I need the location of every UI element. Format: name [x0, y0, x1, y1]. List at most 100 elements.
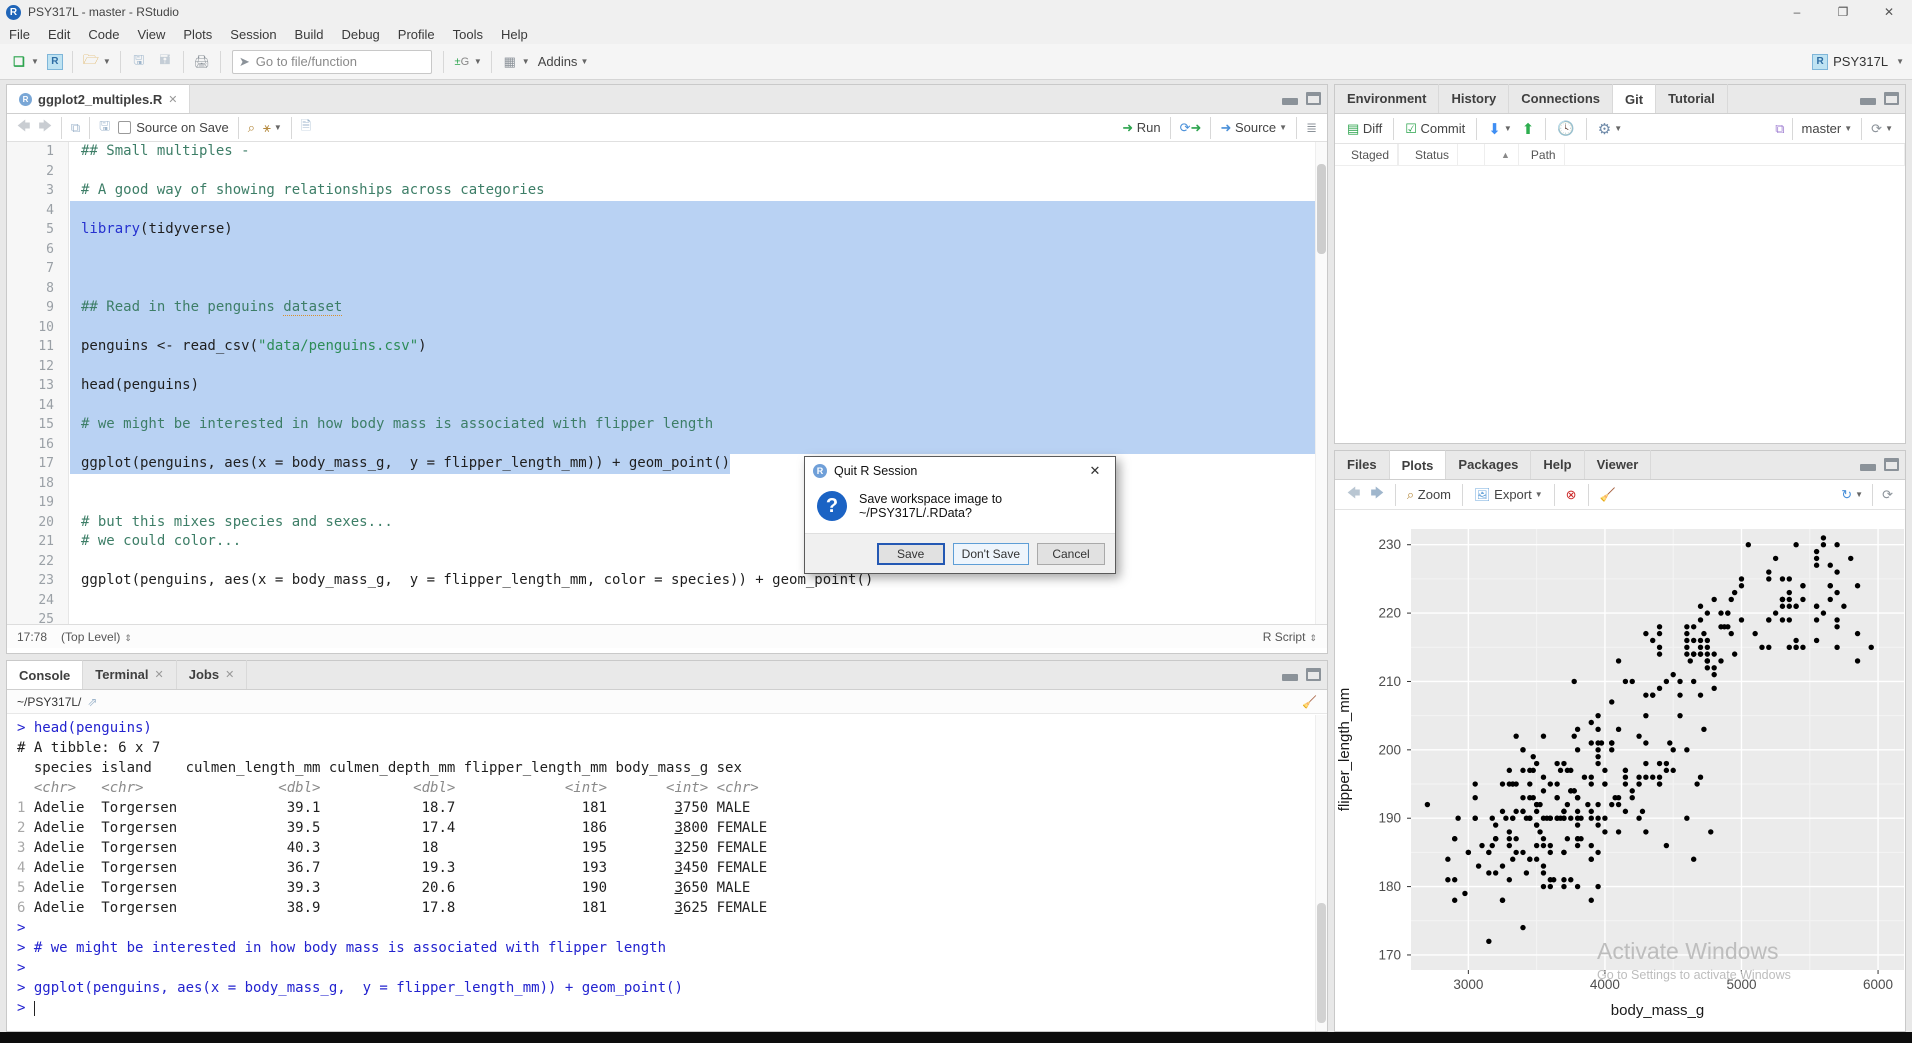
scrollbar-thumb[interactable] — [1317, 903, 1326, 1023]
console-output[interactable]: > head(penguins)# A tibble: 6 x 7 specie… — [7, 714, 1327, 1018]
tab-tutorial[interactable]: Tutorial — [1656, 84, 1728, 113]
code-line-10[interactable]: 10 — [7, 318, 1327, 338]
menu-view[interactable]: View — [128, 25, 174, 44]
workspace-panes-button[interactable]: ▦▼ — [497, 49, 534, 75]
minimize-pane-icon[interactable] — [1282, 674, 1298, 681]
code-line-24[interactable]: 24 — [7, 591, 1327, 611]
window-maximize-button[interactable]: ❐ — [1820, 0, 1866, 24]
close-icon[interactable]: ✕ — [225, 668, 234, 681]
document-outline-button[interactable]: ≣ — [1302, 115, 1321, 141]
menu-edit[interactable]: Edit — [39, 25, 79, 44]
menu-debug[interactable]: Debug — [332, 25, 388, 44]
console-scrollbar[interactable] — [1315, 715, 1327, 1031]
minimize-pane-icon[interactable] — [1860, 464, 1876, 471]
menu-build[interactable]: Build — [286, 25, 333, 44]
tab-environment[interactable]: Environment — [1335, 84, 1439, 113]
clear-console-icon[interactable]: 🧹 — [1302, 695, 1317, 709]
commit-button[interactable]: ☑ Commit — [1401, 116, 1469, 142]
save-button[interactable]: 🖫 — [126, 49, 152, 75]
code-line-18[interactable]: 18 — [7, 474, 1327, 494]
code-editor[interactable]: 1## Small multiples -23# A good way of s… — [7, 142, 1327, 624]
code-line-16[interactable]: 16 — [7, 435, 1327, 455]
code-line-1[interactable]: 1## Small multiples - — [7, 142, 1327, 162]
tab-terminal[interactable]: Terminal✕ — [83, 660, 176, 689]
scrollbar-thumb[interactable] — [1317, 164, 1326, 254]
close-icon[interactable]: ✕ — [155, 668, 164, 681]
code-line-22[interactable]: 22 — [7, 552, 1327, 572]
history-button[interactable]: 🕓 — [1553, 116, 1578, 142]
scope-selector[interactable]: (Top Level)⇕ — [61, 630, 132, 644]
goto-file-function-input[interactable]: ➤ Go to file/function — [232, 50, 432, 74]
dialog-close-button[interactable]: ✕ — [1075, 457, 1115, 485]
code-line-7[interactable]: 7 — [7, 259, 1327, 279]
menu-plots[interactable]: Plots — [174, 25, 221, 44]
goto-directory-icon[interactable]: ⇗ — [87, 695, 97, 709]
tab-plots[interactable]: Plots — [1390, 450, 1447, 479]
code-line-20[interactable]: 20# but this mixes species and sexes... — [7, 513, 1327, 533]
push-button[interactable]: ⬆ — [1518, 116, 1539, 142]
git-settings-button[interactable]: ⚙▼ — [1594, 116, 1626, 142]
git-file-list[interactable] — [1335, 166, 1905, 442]
minimize-pane-icon[interactable] — [1282, 98, 1298, 105]
column-status[interactable]: Status — [1399, 144, 1485, 165]
column-staged[interactable]: Staged — [1335, 144, 1399, 165]
menu-session[interactable]: Session — [221, 25, 285, 44]
open-in-new-window-button[interactable]: ⧉ — [67, 115, 84, 141]
menu-profile[interactable]: Profile — [389, 25, 444, 44]
code-line-13[interactable]: 13head(penguins) — [7, 376, 1327, 396]
window-minimize-button[interactable]: – — [1774, 0, 1820, 24]
source-on-save-checkbox[interactable]: Source on Save — [114, 115, 233, 141]
tab-files[interactable]: Files — [1335, 450, 1390, 479]
tab-help[interactable]: Help — [1531, 450, 1584, 479]
save-doc-button[interactable]: 🖫 — [95, 115, 114, 141]
next-plot-button[interactable]: 🡆 — [1366, 482, 1387, 508]
tab-viewer[interactable]: Viewer — [1585, 450, 1652, 479]
compile-report-button[interactable]: 🗎 — [297, 115, 315, 141]
code-line-6[interactable]: 6 — [7, 240, 1327, 260]
refresh-plot-button[interactable]: ⟳ — [1878, 482, 1897, 508]
code-line-15[interactable]: 15# we might be interested in how body m… — [7, 415, 1327, 435]
maximize-pane-icon[interactable] — [1884, 458, 1899, 471]
pull-button[interactable]: ⬇▼ — [1484, 116, 1516, 142]
code-line-4[interactable]: 4 — [7, 201, 1327, 221]
project-selector[interactable]: R PSY317L ▼ — [1812, 54, 1904, 70]
version-control-button[interactable]: ±G▼ — [449, 49, 486, 75]
tab-history[interactable]: History — [1439, 84, 1509, 113]
export-plot-button[interactable]: 🖼 Export▼ — [1470, 482, 1547, 508]
open-file-button[interactable]: 🗁▼ — [78, 49, 115, 75]
branch-selector[interactable]: master▼ — [1798, 116, 1857, 142]
window-close-button[interactable]: ✕ — [1866, 0, 1912, 24]
new-project-button[interactable]: R — [43, 49, 67, 75]
diff-button[interactable]: ▤ Diff — [1343, 116, 1386, 142]
code-line-25[interactable]: 25 — [7, 610, 1327, 624]
source-button[interactable]: ➜ Source▼ — [1216, 115, 1291, 141]
remove-plot-button[interactable]: ⊗ — [1562, 482, 1581, 508]
column-path[interactable]: ▲Path — [1485, 144, 1905, 165]
tab-jobs[interactable]: Jobs✕ — [177, 660, 248, 689]
previous-plot-button[interactable]: 🡄 — [1343, 482, 1364, 508]
print-button[interactable]: 🖨 — [189, 49, 215, 75]
code-line-21[interactable]: 21# we could color... — [7, 532, 1327, 552]
tab-git[interactable]: Git — [1613, 84, 1656, 113]
code-line-5[interactable]: 5library(tidyverse) — [7, 220, 1327, 240]
doc-type-selector[interactable]: R Script⇕ — [1263, 630, 1317, 644]
menu-help[interactable]: Help — [492, 25, 537, 44]
new-branch-button[interactable]: ⧉ — [1771, 116, 1786, 142]
publish-button[interactable]: ↻▼ — [1837, 482, 1867, 508]
new-file-button[interactable]: ❏▼ — [6, 49, 43, 75]
menu-tools[interactable]: Tools — [444, 25, 492, 44]
dont-save-button[interactable]: Don't Save — [953, 543, 1029, 565]
code-line-11[interactable]: 11penguins <- read_csv("data/penguins.cs… — [7, 337, 1327, 357]
code-line-17[interactable]: 17ggplot(penguins, aes(x = body_mass_g, … — [7, 454, 1327, 474]
nav-forward-button[interactable]: 🡆 — [34, 115, 55, 141]
code-line-2[interactable]: 2 — [7, 162, 1327, 182]
editor-tab-ggplot2-multiples[interactable]: R ggplot2_multiples.R ✕ — [7, 84, 190, 113]
find-replace-button[interactable]: ⌕ — [244, 115, 259, 141]
code-tools-button[interactable]: ⚹▼ — [259, 115, 286, 141]
maximize-pane-icon[interactable] — [1306, 92, 1321, 105]
code-line-19[interactable]: 19 — [7, 493, 1327, 513]
minimize-pane-icon[interactable] — [1860, 98, 1876, 105]
cancel-button[interactable]: Cancel — [1037, 543, 1105, 565]
code-line-9[interactable]: 9## Read in the penguins dataset — [7, 298, 1327, 318]
code-line-8[interactable]: 8 — [7, 279, 1327, 299]
